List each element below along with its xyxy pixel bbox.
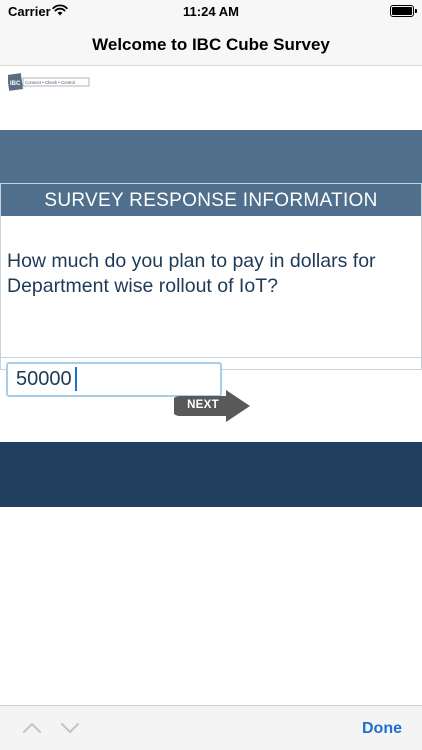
- chevron-up-icon[interactable]: [22, 718, 42, 738]
- clock: 11:24 AM: [183, 4, 239, 19]
- next-button[interactable]: NEXT: [174, 390, 252, 422]
- survey-header: SURVEY RESPONSE INFORMATION: [1, 184, 421, 217]
- page-title: Welcome to IBC Cube Survey: [92, 35, 330, 54]
- chevron-down-icon[interactable]: [60, 718, 80, 738]
- status-bar: Carrier 11:24 AM: [0, 0, 422, 24]
- text-cursor: [75, 367, 77, 391]
- footer-band: [0, 442, 422, 507]
- done-button[interactable]: Done: [362, 720, 402, 738]
- next-button-label: NEXT: [187, 399, 219, 411]
- header-band: [0, 130, 422, 183]
- logo-mark: IBC: [10, 81, 21, 87]
- navigation-bar: Welcome to IBC Cube Survey: [0, 24, 422, 66]
- survey-question: How much do you plan to pay in dollars f…: [1, 217, 421, 358]
- ibc-logo: IBC Connect • Check • Control: [8, 73, 90, 91]
- battery-icon: [390, 5, 417, 17]
- logo-tagline: Connect • Check • Control: [25, 80, 75, 85]
- survey-panel: SURVEY RESPONSE INFORMATION How much do …: [0, 183, 422, 397]
- keyboard-toolbar: Done: [0, 705, 422, 750]
